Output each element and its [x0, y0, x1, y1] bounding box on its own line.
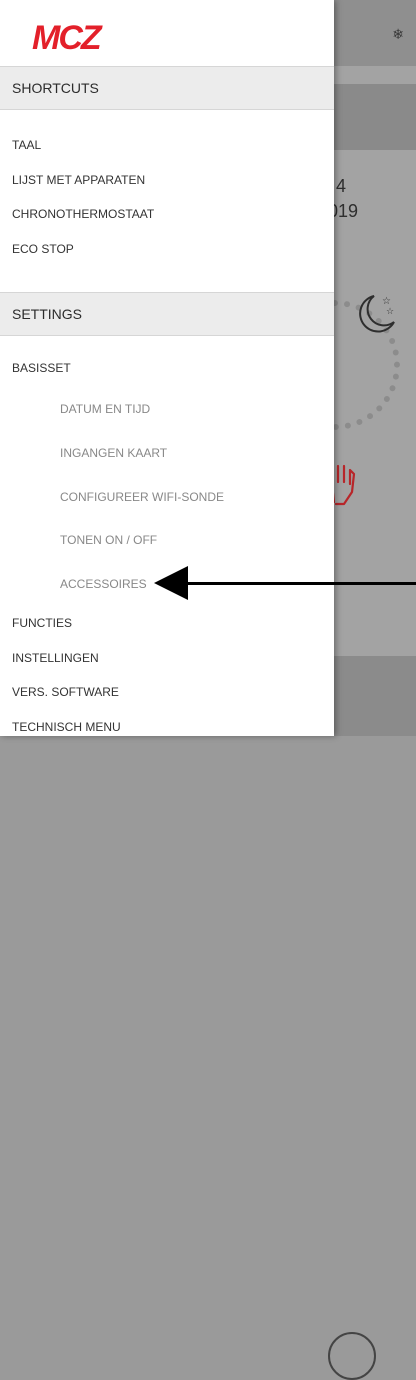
submenu-item-inputs-card[interactable]: INGANGEN KAART — [60, 446, 167, 460]
shortcuts-header-label: SHORTCUTS — [12, 80, 99, 96]
svg-text:MCZ: MCZ — [32, 22, 103, 52]
menu-item-settings[interactable]: INSTELLINGEN — [12, 651, 99, 665]
mcz-logo: MCZ — [32, 22, 105, 52]
menu-item-basisset[interactable]: BASISSET — [12, 361, 71, 375]
settings-header-label: SETTINGS — [12, 306, 83, 322]
menu-item-chronothermostat[interactable]: CHRONOTHERMOSTAAT — [12, 207, 154, 221]
menu-item-functions[interactable]: FUNCTIES — [12, 616, 72, 630]
menu-item-device-list[interactable]: LIJST MET APPARATEN — [12, 173, 145, 187]
submenu-item-date-time[interactable]: DATUM EN TIJD — [60, 402, 150, 416]
moon-stars-icon: ☆ ☆ — [359, 295, 395, 333]
svg-text:☆: ☆ — [386, 307, 394, 317]
settings-header: SETTINGS — [0, 292, 334, 336]
menu-item-technical-menu[interactable]: TECHNISCH MENU — [12, 720, 121, 734]
submenu-item-tones[interactable]: TONEN ON / OFF — [60, 533, 157, 547]
svg-text:☆: ☆ — [382, 296, 391, 307]
submenu-item-accessories[interactable]: ACCESSOIRES — [60, 577, 147, 591]
menu-item-eco-stop[interactable]: ECO STOP — [12, 242, 74, 256]
snowflake-icon: ❄ — [392, 26, 404, 42]
background-circle-button — [328, 1332, 376, 1380]
menu-item-taal[interactable]: TAAL — [12, 138, 41, 152]
annotation-arrow-head — [154, 566, 188, 600]
menu-item-software-version[interactable]: VERS. SOFTWARE — [12, 685, 119, 699]
submenu-item-wifi-probe[interactable]: CONFIGUREER WIFI-SONDE — [60, 490, 224, 504]
annotation-arrow-line — [186, 582, 416, 585]
shortcuts-header: SHORTCUTS — [0, 66, 334, 110]
background-date-line1: 4 — [336, 176, 347, 196]
navigation-drawer: MCZ SHORTCUTS TAAL LIJST MET APPARATEN C… — [0, 0, 334, 736]
